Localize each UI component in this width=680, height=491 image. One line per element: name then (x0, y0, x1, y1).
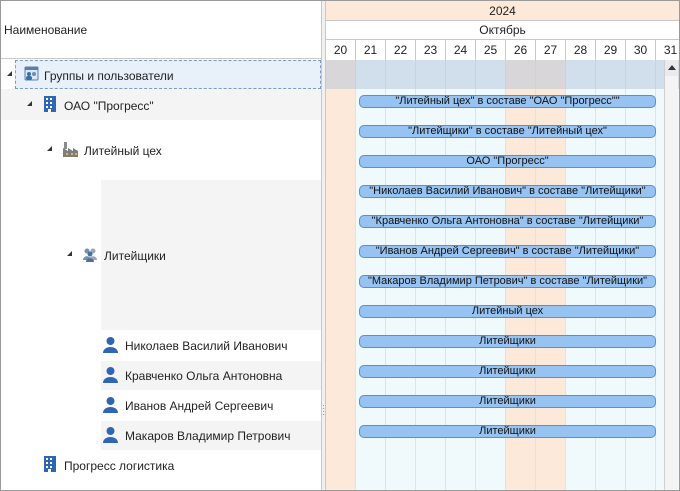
timeline-day: 26 (506, 40, 536, 60)
splitter-grip (323, 411, 324, 412)
resource-tree: Наименование Группы и пользователи ОАО "… (1, 1, 321, 490)
vertical-scrollbar-track[interactable] (664, 76, 678, 490)
tree-node-founders[interactable]: Литейщики (104, 248, 166, 264)
factory-icon (63, 142, 78, 157)
timeline-day: 23 (416, 40, 446, 60)
building-icon (44, 456, 56, 472)
timeline-day: 28 (566, 40, 596, 60)
gantt-bar[interactable]: Литейщики (359, 425, 656, 438)
gantt-bar[interactable]: "Кравченко Ольга Антоновна" в составе "Л… (359, 215, 656, 228)
gantt-chart: 2024 Октябрь 20 21 22 23 24 25 26 27 28 29 30 31 "Л… (326, 1, 679, 490)
timeline-day: 21 (356, 40, 386, 60)
gantt-bar[interactable]: ОАО "Прогресс" (359, 155, 656, 168)
collapse-toggle-icon[interactable] (7, 71, 12, 76)
timeline-day: 31 (656, 40, 679, 60)
users-group-icon (24, 66, 39, 81)
timeline-day: 30 (626, 40, 656, 60)
selected-row-highlight (326, 60, 679, 89)
timeline-day: 22 (386, 40, 416, 60)
gantt-bar[interactable]: Литейщики (359, 335, 656, 348)
user-icon (103, 367, 118, 383)
tree-node-progress-logistics[interactable]: Прогресс логистика (64, 458, 174, 474)
timeline-day: 20 (326, 40, 356, 60)
scroll-up-arrow-icon[interactable] (664, 60, 678, 76)
gantt-bar[interactable]: Литейный цех (359, 305, 656, 318)
gantt-bar[interactable]: Литейщики (359, 365, 656, 378)
tree-node-person-2[interactable]: Кравченко Ольга Антоновна (125, 368, 282, 384)
tree-node-groups-and-users[interactable]: Группы и пользователи (44, 68, 174, 84)
collapse-toggle-icon[interactable] (47, 146, 52, 151)
timeline-day: 27 (536, 40, 566, 60)
user-icon (103, 427, 118, 443)
tree-node-person-1[interactable]: Николаев Василий Иванович (125, 338, 288, 354)
timeline-day: 24 (446, 40, 476, 60)
building-icon (44, 96, 56, 112)
collapse-toggle-icon[interactable] (27, 101, 32, 106)
splitter-grip (323, 408, 324, 409)
gantt-bar[interactable]: "Макаров Владимир Петрович" в составе "Л… (359, 275, 656, 288)
gantt-window: Наименование Группы и пользователи ОАО "… (0, 0, 680, 491)
gantt-bar[interactable]: "Николаев Василий Иванович" в составе "Л… (359, 185, 656, 198)
gantt-bar[interactable]: Литейщики (359, 395, 656, 408)
gantt-bar[interactable]: "Иванов Андрей Сергеевич" в составе "Лит… (359, 245, 656, 258)
tree-node-person-3[interactable]: Иванов Андрей Сергеевич (125, 398, 273, 414)
tree-column-header-label: Наименование (4, 23, 88, 37)
gantt-bar[interactable]: "Литейный цех" в составе "ОАО "Прогресс"… (359, 95, 656, 108)
timeline-day: 25 (476, 40, 506, 60)
splitter-grip (323, 414, 324, 415)
tree-node-person-4[interactable]: Макаров Владимир Петрович (125, 428, 290, 444)
splitter-grip (323, 405, 324, 406)
user-icon (103, 337, 118, 353)
tree-column-header[interactable]: Наименование (1, 1, 321, 59)
user-icon (103, 397, 118, 413)
timeline-year: 2024 (326, 1, 679, 21)
tree-node-foundry[interactable]: Литейный цех (84, 143, 162, 159)
timeline-day-column (326, 60, 356, 490)
tree-node-oao-progress[interactable]: ОАО "Прогресс" (64, 98, 154, 114)
gantt-bar[interactable]: "Литейщики" в составе "Литейный цех" (359, 125, 656, 138)
timeline-month: Октябрь (326, 21, 679, 40)
timeline-day: 29 (596, 40, 626, 60)
collapse-toggle-icon[interactable] (67, 251, 72, 256)
team-icon (83, 248, 97, 262)
